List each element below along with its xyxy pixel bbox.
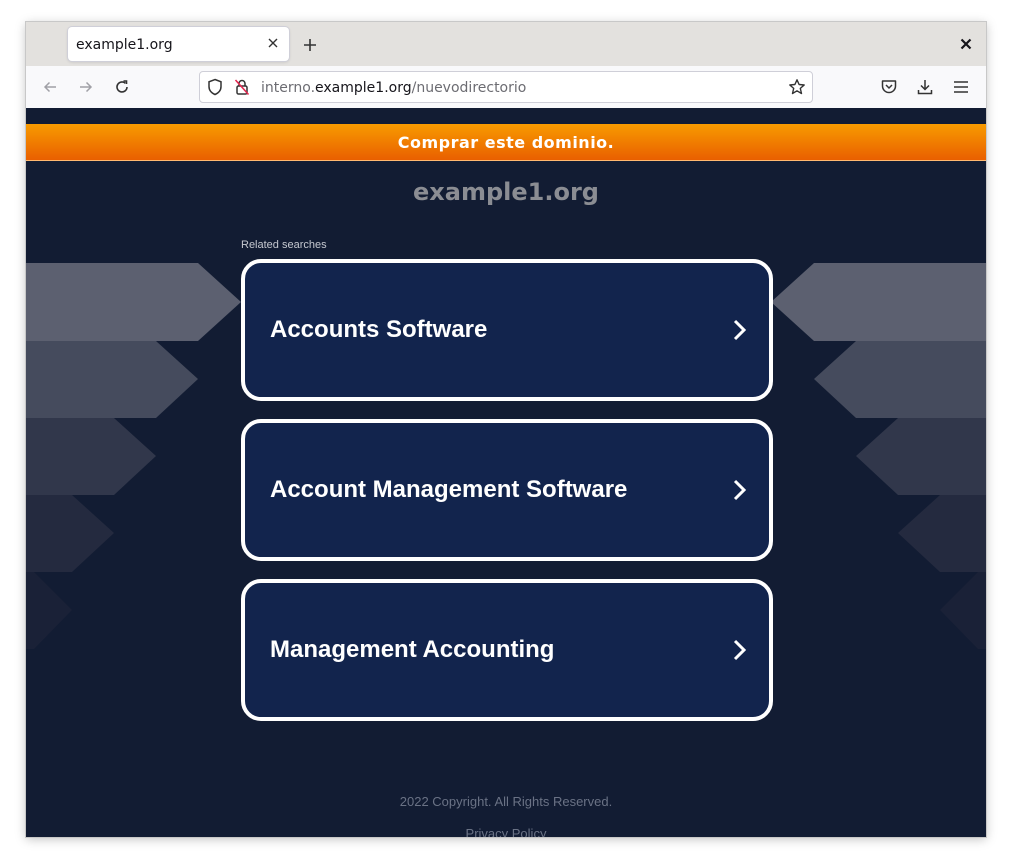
new-tab-plus-icon[interactable] (299, 34, 321, 56)
url-bar[interactable]: interno.example1.org/nuevodirectorio (199, 71, 813, 103)
result-link-management-accounting[interactable]: Management Accounting (241, 579, 773, 721)
tab-close-icon[interactable] (265, 35, 281, 51)
url-path: /nuevodirectorio (411, 80, 527, 96)
result-label: Account Management Software (270, 476, 628, 503)
chevron-right-icon (733, 639, 747, 661)
back-arrow-icon[interactable] (38, 75, 62, 99)
buy-domain-banner[interactable]: Comprar este dominio. (26, 124, 986, 161)
navigation-bar: interno.example1.org/nuevodirectorio (26, 66, 986, 109)
reload-icon[interactable] (110, 75, 134, 99)
forward-arrow-icon[interactable] (74, 75, 98, 99)
shield-icon[interactable] (207, 78, 223, 100)
chevron-right-icon (733, 319, 747, 341)
tab-strip: example1.org (26, 22, 986, 66)
window-close-icon[interactable] (956, 34, 976, 54)
pocket-icon[interactable] (877, 75, 901, 99)
url-text[interactable]: interno.example1.org/nuevodirectorio (261, 80, 526, 96)
lock-off-icon[interactable] (234, 78, 250, 100)
related-searches-label: Related searches (241, 239, 327, 251)
menu-icon[interactable] (949, 75, 973, 99)
result-label: Accounts Software (270, 316, 488, 343)
star-icon[interactable] (788, 78, 806, 100)
result-link-account-management-software[interactable]: Account Management Software (241, 419, 773, 561)
url-subdomain: interno. (261, 80, 316, 96)
banner-text: Comprar este dominio. (397, 132, 615, 152)
copyright-text: 2022 Copyright. All Rights Reserved. (399, 794, 613, 809)
download-icon[interactable] (913, 75, 937, 99)
result-label: Management Accounting (270, 636, 555, 663)
browser-window: example1.org interno.example1.org/nuevod… (26, 22, 986, 837)
tab-active[interactable]: example1.org (68, 27, 289, 61)
web-page: Comprar este dominio. example1.org Relat… (26, 108, 986, 837)
domain-title: example1.org (413, 178, 599, 206)
privacy-policy-link[interactable]: Privacy Policy (26, 826, 986, 837)
result-link-accounts-software[interactable]: Accounts Software (241, 259, 773, 401)
url-host: example1.org (315, 80, 412, 96)
chevron-right-icon (733, 479, 747, 501)
tab-title: example1.org (76, 37, 173, 53)
